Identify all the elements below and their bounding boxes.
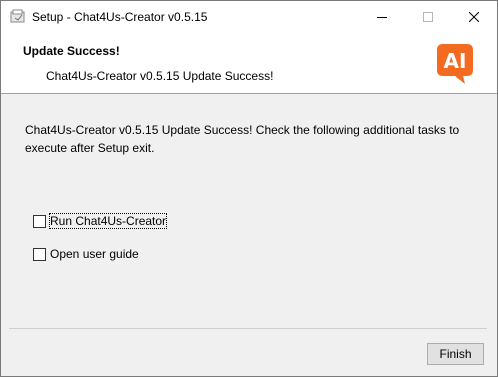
wizard-header: Update Success! Chat4Us-Creator v0.5.15 … — [1, 32, 497, 94]
minimize-icon — [377, 16, 387, 18]
finish-button[interactable]: Finish — [427, 343, 484, 365]
ai-logo: AI — [435, 42, 475, 86]
page-title: Update Success! — [23, 44, 120, 58]
page-subtitle: Chat4Us-Creator v0.5.15 Update Success! — [46, 69, 274, 83]
window-title: Setup - Chat4Us-Creator v0.5.15 — [32, 10, 208, 24]
installer-icon — [10, 9, 26, 23]
setup-window: Setup - Chat4Us-Creator v0.5.15 Update S… — [0, 0, 498, 377]
run-app-checkbox[interactable] — [33, 214, 46, 228]
close-button[interactable] — [451, 1, 497, 32]
maximize-button[interactable] — [405, 1, 451, 32]
ai-logo-text: AI — [444, 49, 467, 73]
footer-divider — [9, 328, 487, 329]
open-guide-label[interactable]: Open user guide — [50, 247, 139, 261]
task-open-guide[interactable]: Open user guide — [33, 247, 139, 261]
task-run-app[interactable]: Run Chat4Us-Creator — [33, 213, 168, 229]
maximize-icon — [423, 11, 433, 22]
title-bar[interactable]: Setup - Chat4Us-Creator v0.5.15 — [1, 1, 497, 32]
minimize-button[interactable] — [359, 1, 405, 32]
completion-message: Chat4Us-Creator v0.5.15 Update Success! … — [25, 123, 460, 155]
open-guide-checkbox[interactable] — [33, 247, 46, 261]
close-icon — [469, 11, 479, 22]
run-app-label[interactable]: Run Chat4Us-Creator — [48, 213, 168, 229]
